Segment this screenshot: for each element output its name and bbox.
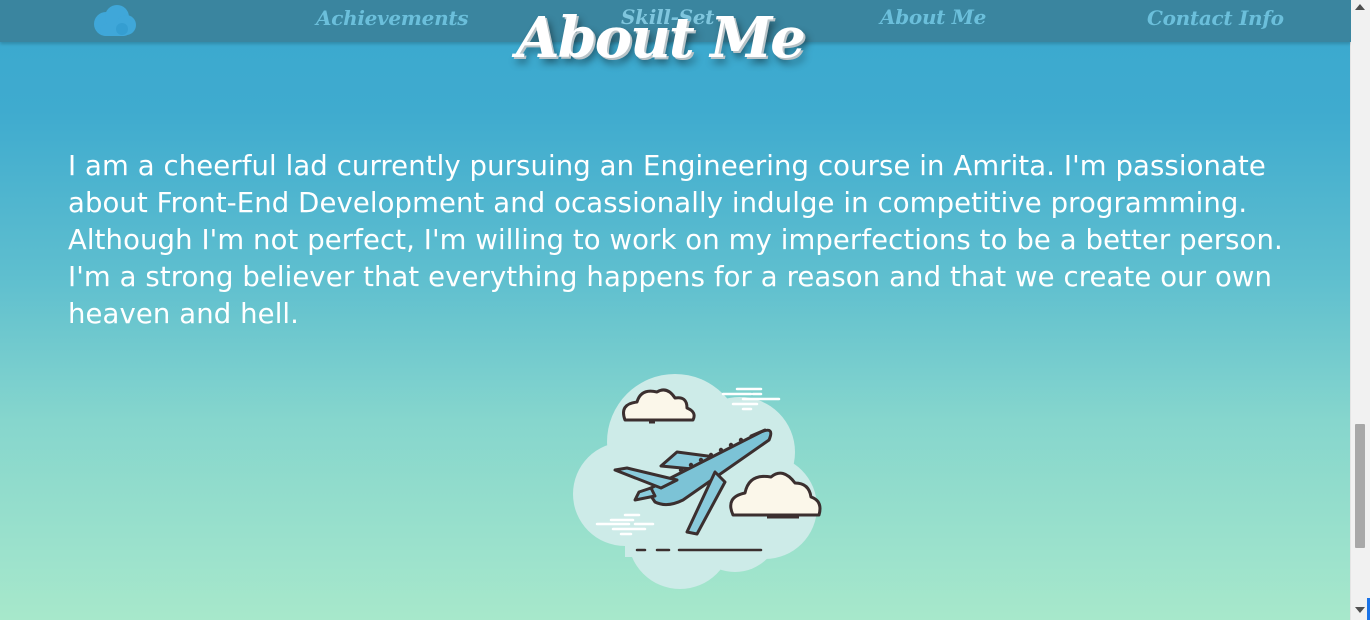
scroll-up-arrow-icon[interactable] <box>1355 4 1365 10</box>
section-title: About Me <box>516 5 806 71</box>
airplane-clouds-icon <box>573 374 822 589</box>
scroll-down-arrow-icon[interactable] <box>1355 607 1365 613</box>
about-paragraph: I am a cheerful lad currently pursuing a… <box>68 150 1283 330</box>
page: Achievements Skill-Set About Me Contact … <box>0 0 1351 620</box>
vertical-scrollbar[interactable] <box>1350 0 1370 620</box>
scrollbar-thumb[interactable] <box>1355 424 1365 548</box>
